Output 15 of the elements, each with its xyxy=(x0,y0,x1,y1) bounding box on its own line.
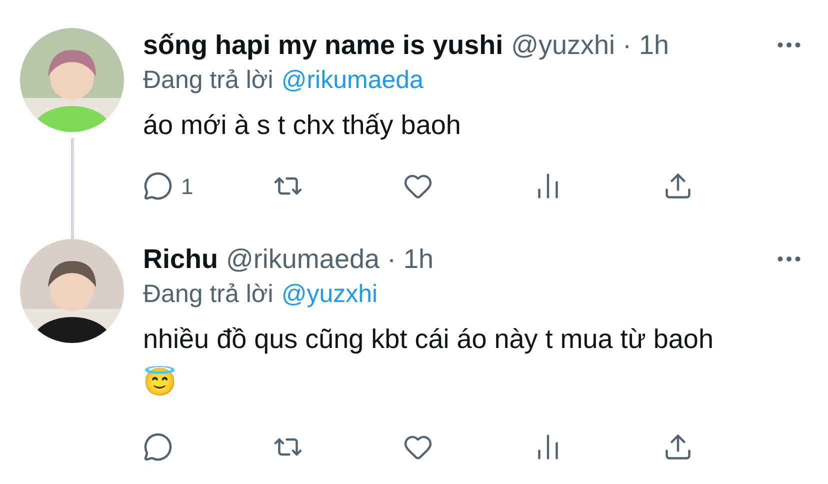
reply-button[interactable] xyxy=(143,171,173,201)
share-button[interactable] xyxy=(663,171,693,201)
reply-button[interactable] xyxy=(143,432,173,462)
mention-link[interactable]: @rikumaeda xyxy=(281,62,424,100)
replying-label: Đang trả lời xyxy=(143,65,274,96)
handle-time: @rikumaeda · 1h xyxy=(226,242,434,276)
display-name: sống hapi my name is yushi xyxy=(143,28,504,62)
share-button[interactable] xyxy=(663,432,693,462)
tweet-text: áo mới à s t chx thấy baoh xyxy=(143,109,462,142)
display-name: Richu xyxy=(143,242,218,276)
handle-time: @yuzxhi · 1h xyxy=(511,28,670,62)
tweet-text: nhiều đồ qus cũng kbt cái áo này t mua từ baoh 😇 xyxy=(143,323,714,399)
reply-count: 1 xyxy=(181,172,194,200)
mention-link[interactable]: @yuzxhi xyxy=(281,276,378,314)
replying-label: Đang trả lời xyxy=(143,279,274,310)
